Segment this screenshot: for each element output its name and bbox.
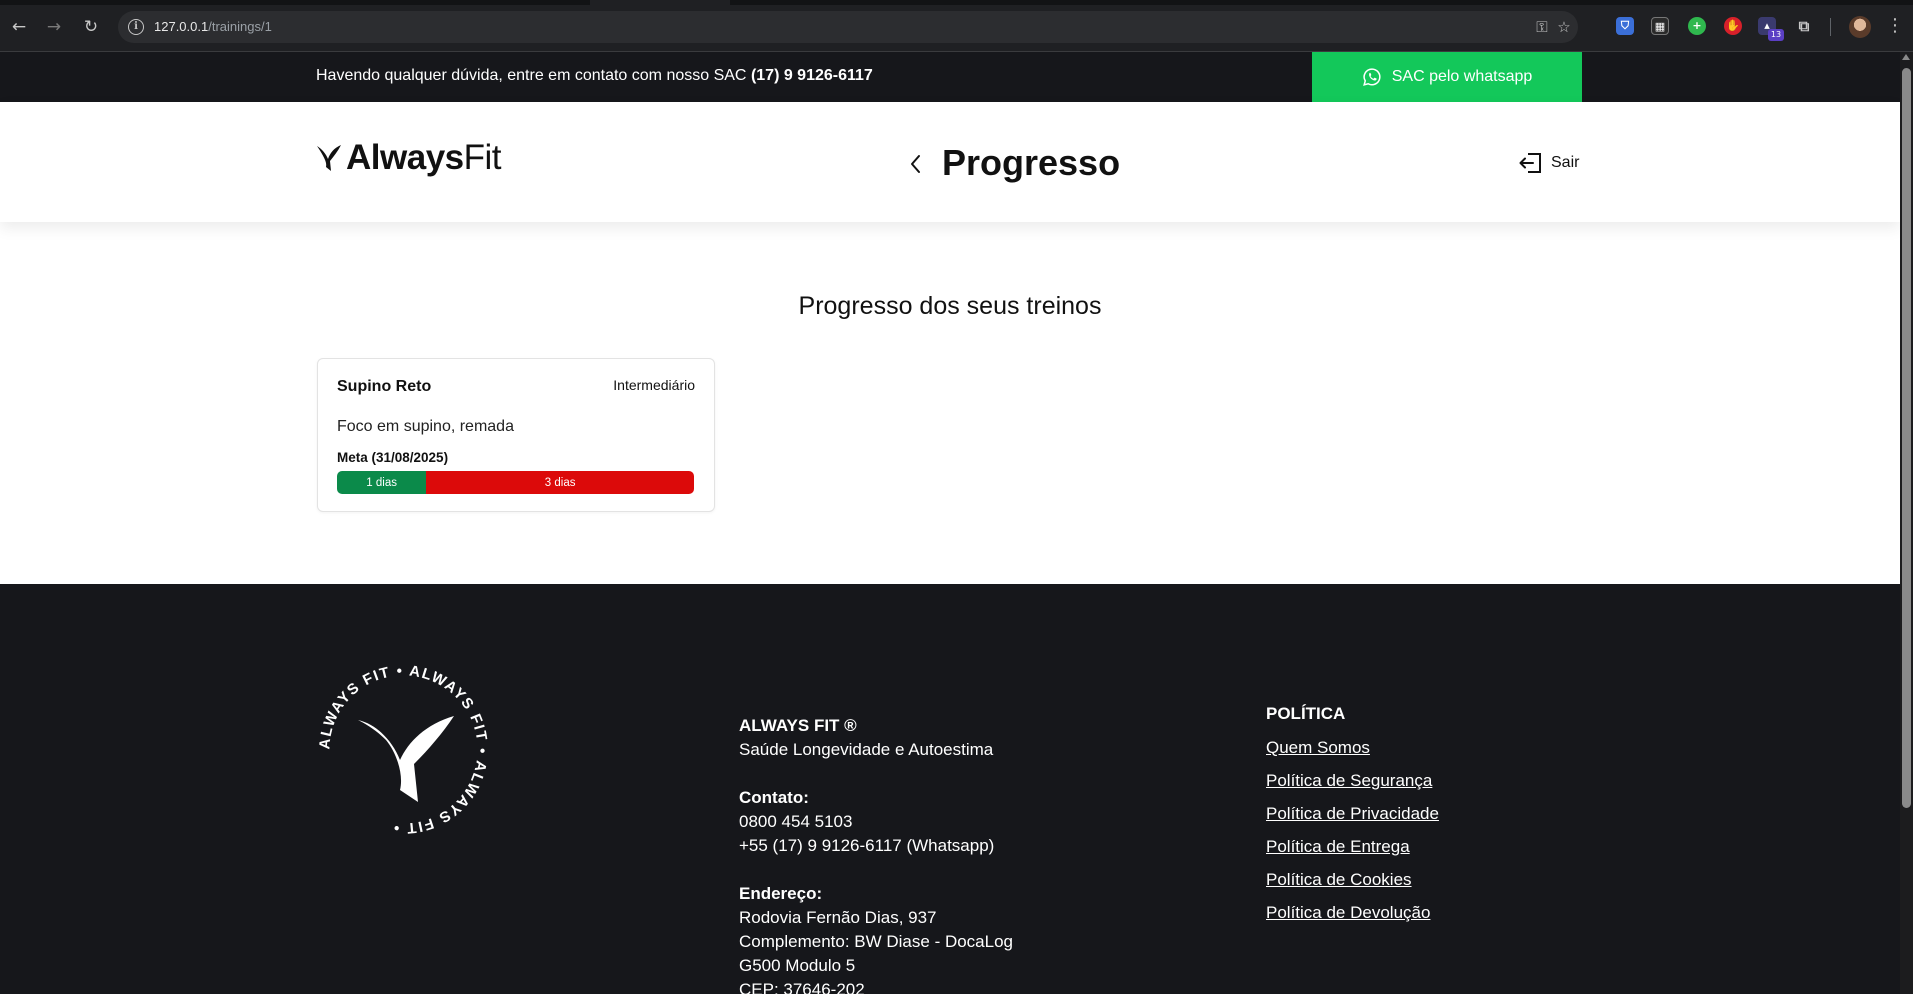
url-text[interactable]: 127.0.0.1/trainings/1 [154, 19, 272, 34]
footer-contact-whatsapp: +55 (17) 9 9126-6117 (Whatsapp) [739, 836, 995, 855]
progress-remaining-segment: 3 dias [426, 471, 694, 494]
chevron-left-icon[interactable] [904, 152, 928, 176]
section-title: Progresso dos seus treinos [798, 292, 1102, 320]
footer-contact-label: Contato: [739, 788, 809, 807]
footer-address-line4: CEP: 37646-202 [739, 980, 865, 994]
bird-badge-icon [358, 716, 454, 802]
extension-count-badge: 13 [1768, 29, 1784, 41]
site-header: AlwaysFit Progresso Sair [0, 102, 1900, 222]
logo-light-text: Fit [463, 138, 502, 177]
footer-address-line2: Complemento: BW Diase - DocaLog [739, 932, 1014, 951]
profile-avatar[interactable] [1849, 16, 1871, 38]
address-bar[interactable]: i 127.0.0.1/trainings/1 ⚿ ☆ [118, 11, 1578, 43]
site-footer: ALWAYS FIT • ALWAYS FIT • ALWAYS FIT • A… [0, 584, 1900, 994]
link-politica-entrega[interactable]: Política de Entrega [1266, 837, 1439, 857]
bird-logo-icon [317, 145, 341, 171]
alwaysfit-logo[interactable]: AlwaysFit [316, 138, 502, 178]
footer-brand: ALWAYS FIT ® [739, 716, 857, 735]
url-path: /trainings/1 [208, 19, 272, 34]
page: Havendo qualquer dúvida, entre em contat… [0, 52, 1900, 994]
whatsapp-icon [1362, 68, 1381, 86]
extension-plus-icon[interactable]: + [1688, 17, 1706, 35]
training-progress-bar: 1 dias 3 dias [337, 471, 694, 494]
extension-grid-icon[interactable]: ▦ [1651, 17, 1669, 35]
page-scrollbar[interactable] [1900, 52, 1913, 994]
link-politica-devolucao[interactable]: Política de Devolução [1266, 903, 1439, 923]
alwaysfit-circular-badge: ALWAYS FIT • ALWAYS FIT • ALWAYS FIT • [316, 662, 490, 836]
logout-label: Sair [1551, 154, 1580, 171]
support-message-text: Havendo qualquer dúvida, entre em contat… [316, 67, 747, 84]
tab-strip [0, 0, 1913, 5]
link-quem-somos[interactable]: Quem Somos [1266, 738, 1439, 758]
extensions-puzzle-icon[interactable]: ⧉ [1795, 17, 1813, 35]
training-name: Supino Reto [337, 378, 432, 395]
progress-done-segment: 1 dias [337, 471, 427, 494]
scroll-thumb[interactable] [1902, 68, 1911, 808]
training-card[interactable]: Supino Reto Intermediário Foco em supino… [317, 358, 715, 512]
training-description: Foco em supino, remada [337, 418, 514, 435]
training-goal: Meta (31/08/2025) [337, 450, 449, 465]
footer-address-line1: Rodovia Fernão Dias, 937 [739, 908, 937, 927]
footer-address-line3: G500 Modulo 5 [739, 956, 856, 975]
link-politica-seguranca[interactable]: Política de Segurança [1266, 771, 1439, 791]
link-politica-privacidade[interactable]: Política de Privacidade [1266, 804, 1439, 824]
footer-tagline: Saúde Longevidade e Autoestima [739, 740, 994, 759]
scroll-up-arrow-icon[interactable] [1902, 54, 1910, 60]
badge-ring-text: ALWAYS FIT • ALWAYS FIT • ALWAYS FIT • [316, 662, 490, 836]
support-message: Havendo qualquer dúvida, entre em contat… [316, 67, 873, 85]
logo-bold-text: Always [346, 138, 464, 177]
url-host: 127.0.0.1 [154, 19, 209, 34]
policy-heading: POLÍTICA [1266, 704, 1346, 723]
bookmark-star-icon[interactable]: ☆ [1554, 18, 1574, 36]
page-title: Progresso [942, 142, 1121, 183]
footer-company-info: ALWAYS FIT ® Saúde Longevidade e Autoest… [739, 714, 1013, 994]
footer-contact-phone: 0800 454 5103 [739, 812, 853, 831]
extension-shield-icon[interactable]: ⛉ [1616, 17, 1634, 35]
whatsapp-button[interactable]: SAC pelo whatsapp [1312, 52, 1582, 102]
support-bar: Havendo qualquer dúvida, entre em contat… [0, 52, 1900, 102]
logout-button[interactable]: Sair [1519, 152, 1579, 174]
whatsapp-button-label: SAC pelo whatsapp [1391, 68, 1533, 85]
extension-hand-icon[interactable]: ✋ [1724, 17, 1742, 35]
link-politica-cookies[interactable]: Política de Cookies [1266, 870, 1439, 890]
active-tab[interactable] [590, 0, 730, 5]
back-arrow-icon[interactable]: ← [8, 16, 30, 38]
toolbar-divider [1830, 18, 1831, 36]
footer-policy-links: POLÍTICA Quem Somos Política de Seguranç… [1266, 704, 1439, 936]
browser-toolbar: ← → ↻ i 127.0.0.1/trainings/1 ⚿ ☆ ⛉ ▦ + … [0, 0, 1913, 52]
password-key-icon[interactable]: ⚿ [1532, 18, 1552, 36]
logo-wordmark: AlwaysFit [346, 138, 502, 178]
training-level: Intermediário [613, 377, 695, 393]
site-info-icon[interactable]: i [128, 19, 144, 35]
browser-menu-icon[interactable]: ⋮ [1886, 14, 1904, 38]
support-phone: (17) 9 9126-6117 [750, 67, 873, 84]
footer-address-label: Endereço: [739, 884, 823, 903]
reload-icon[interactable]: ↻ [80, 16, 102, 38]
forward-arrow-icon[interactable]: → [43, 16, 65, 38]
logout-icon [1519, 153, 1541, 173]
